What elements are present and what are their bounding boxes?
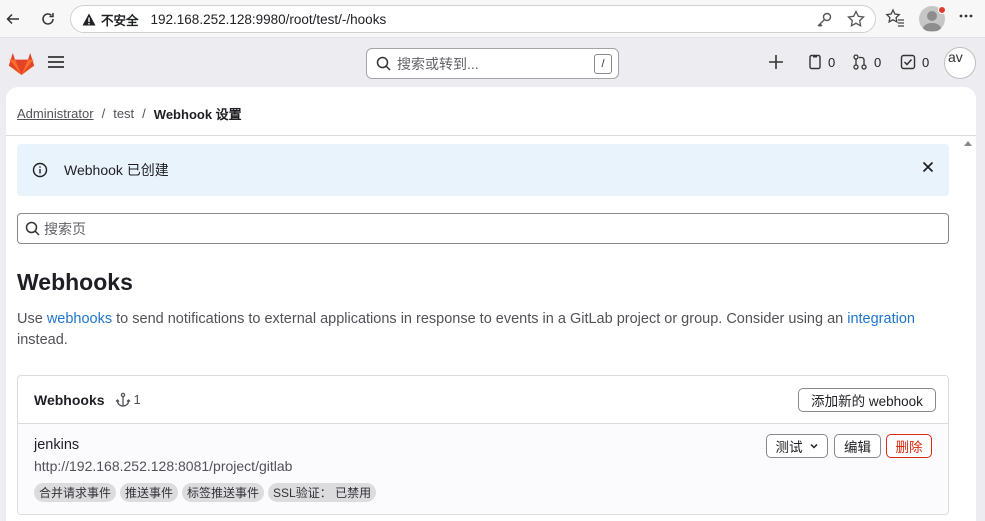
favorites-icon[interactable] xyxy=(885,8,905,33)
issues-button[interactable]: 0 xyxy=(808,54,835,70)
plus-icon[interactable] xyxy=(768,54,784,70)
webhooks-count-number: 1 xyxy=(133,392,141,407)
webhook-url: http://192.168.252.128:8081/project/gitl… xyxy=(34,458,293,474)
address-bar[interactable]: 不安全 192.168.252.128:9980/root/test/-/hoo… xyxy=(70,5,876,33)
scrollbar[interactable] xyxy=(962,136,974,521)
global-search-placeholder: 搜索或转到... xyxy=(397,55,479,72)
webhook-tag: 标签推送事件 xyxy=(182,483,265,502)
key-icon[interactable] xyxy=(815,11,833,32)
menu-icon[interactable] xyxy=(47,54,65,75)
page-description: Use webhooks to send notifications to ex… xyxy=(17,309,957,351)
alert-message: Webhook 已创建 xyxy=(64,162,169,178)
breadcrumb: Administrator / test / Webhook 设置 xyxy=(17,104,242,123)
issues-icon xyxy=(809,54,821,70)
gitlab-topbar: 搜索或转到... / 0 0 0 av xyxy=(0,39,985,87)
test-dropdown-button[interactable]: 测试 xyxy=(766,434,828,458)
issues-count: 0 xyxy=(828,54,836,70)
close-icon[interactable] xyxy=(921,160,935,174)
page-search-placeholder: 搜索页 xyxy=(44,220,86,237)
todos-button[interactable]: 0 xyxy=(900,54,929,70)
anchor-icon xyxy=(115,392,130,407)
webhook-tags: 合并请求事件 推送事件 标签推送事件 SSL验证： 已禁用 xyxy=(34,483,377,502)
edit-button[interactable]: 编辑 xyxy=(834,434,881,458)
star-icon[interactable] xyxy=(847,9,865,31)
test-button-label: 测试 xyxy=(775,440,803,455)
webhook-row: jenkins http://192.168.252.128:8081/proj… xyxy=(18,424,948,514)
chevron-down-icon xyxy=(809,443,818,449)
webhook-tag: SSL验证： 已禁用 xyxy=(268,483,377,502)
global-search[interactable]: 搜索或转到... / xyxy=(366,48,619,79)
header-divider xyxy=(6,135,976,136)
desc-text: Use xyxy=(17,311,47,327)
webhooks-card: Webhooks 1 添加新的 webhook jenkins http://1… xyxy=(17,375,949,515)
reload-icon[interactable] xyxy=(36,7,60,31)
gitlab-logo-icon[interactable] xyxy=(8,51,35,81)
search-icon xyxy=(376,56,391,71)
webhooks-count: 1 xyxy=(115,392,141,408)
webhooks-link[interactable]: webhooks xyxy=(47,311,112,327)
merge-requests-button[interactable]: 0 xyxy=(852,54,881,70)
warning-icon[interactable] xyxy=(81,11,97,27)
user-avatar[interactable]: av xyxy=(944,47,976,79)
webhook-tag: 推送事件 xyxy=(120,483,179,502)
desc-text: to send notifications to external applic… xyxy=(112,311,848,327)
merge-request-icon xyxy=(853,54,867,70)
info-icon xyxy=(32,162,48,178)
main-content: Administrator / test / Webhook 设置 Webhoo… xyxy=(6,87,976,521)
url-text[interactable]: 192.168.252.128:9980/root/test/-/hooks xyxy=(151,12,387,27)
insecure-label[interactable]: 不安全 xyxy=(101,10,139,29)
desc-text: instead. xyxy=(17,332,68,348)
more-icon[interactable] xyxy=(958,8,974,29)
search-shortcut: / xyxy=(594,54,612,74)
breadcrumb-separator: / xyxy=(142,106,146,121)
breadcrumb-current[interactable]: Webhook 设置 xyxy=(154,104,242,123)
notification-dot xyxy=(938,6,946,14)
search-icon xyxy=(25,221,40,236)
breadcrumb-item-administrator[interactable]: Administrator xyxy=(17,106,94,121)
todo-icon xyxy=(900,54,916,70)
webhook-name: jenkins xyxy=(34,437,80,453)
browser-toolbar: 不安全 192.168.252.128:9980/root/test/-/hoo… xyxy=(0,0,985,38)
merge-requests-count: 0 xyxy=(874,54,882,70)
webhooks-card-header: Webhooks 1 添加新的 webhook xyxy=(18,376,948,424)
breadcrumb-separator: / xyxy=(101,106,106,121)
avatar-broken-image-text: av xyxy=(948,49,963,65)
todos-count: 0 xyxy=(922,54,930,70)
back-icon[interactable] xyxy=(1,7,25,31)
webhooks-card-title: Webhooks xyxy=(34,391,105,408)
webhook-tag: 合并请求事件 xyxy=(34,483,117,502)
success-alert: Webhook 已创建 xyxy=(17,144,949,196)
page-search-input[interactable]: 搜索页 xyxy=(17,213,949,244)
add-webhook-button[interactable]: 添加新的 webhook xyxy=(798,388,936,412)
integration-link[interactable]: integration xyxy=(847,311,915,327)
delete-button[interactable]: 删除 xyxy=(886,434,932,458)
page-title: Webhooks xyxy=(17,269,133,295)
breadcrumb-item-test[interactable]: test xyxy=(113,106,134,121)
